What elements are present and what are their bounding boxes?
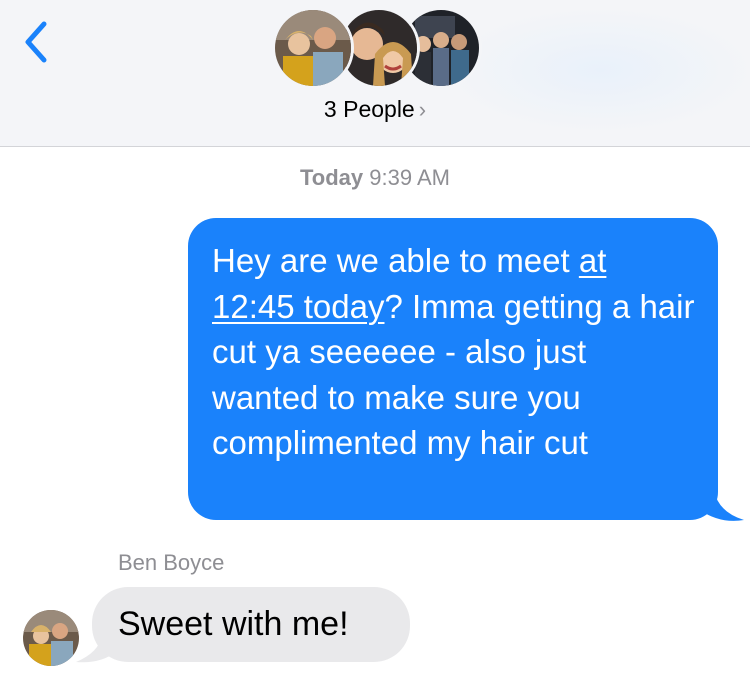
chevron-right-icon: ›	[418, 97, 427, 122]
outgoing-bubble-tail	[700, 490, 744, 521]
back-button[interactable]	[20, 18, 60, 66]
group-title-button[interactable]: 3 People ›	[0, 96, 750, 123]
incoming-message-text: Sweet with me!	[118, 605, 349, 643]
incoming-message-bubble[interactable]: Sweet with me!	[92, 587, 410, 662]
sender-avatar[interactable]	[23, 610, 79, 666]
avatar	[272, 7, 354, 89]
conversation-header: 3 People ›	[0, 0, 750, 147]
chevron-left-icon	[25, 21, 47, 63]
group-title: 3 People	[323, 96, 415, 122]
sender-name: Ben Boyce	[118, 550, 225, 575]
outgoing-message-bubble[interactable]: Hey are we able to meet at 12:45 today? …	[188, 218, 718, 520]
outgoing-message-text: Hey are we able to meet at 12:45 today? …	[212, 242, 695, 461]
timestamp-day: Today	[300, 165, 364, 190]
timestamp-time: 9:39 AM	[369, 165, 450, 190]
message-timestamp: Today 9:39 AM	[0, 165, 750, 191]
group-avatars[interactable]	[272, 7, 482, 91]
